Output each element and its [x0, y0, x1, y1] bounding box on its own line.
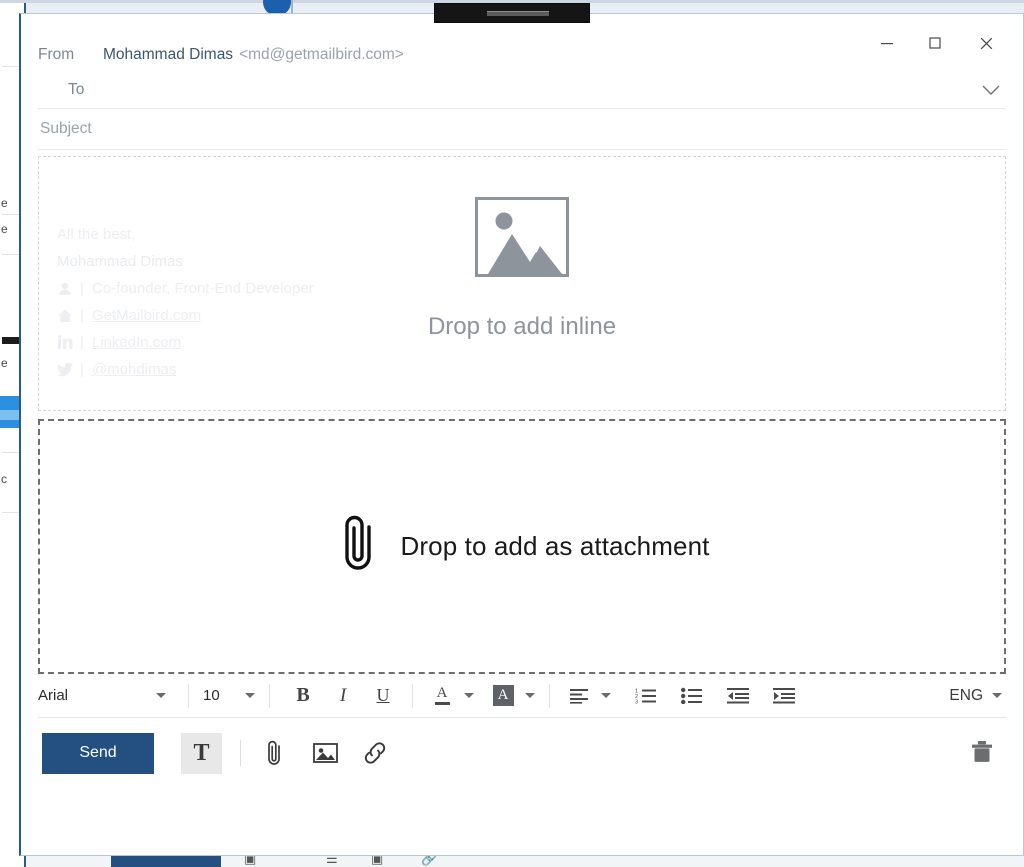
- text-color-button[interactable]: A: [427, 681, 457, 711]
- from-account-name[interactable]: Mohammad Dimas: [103, 46, 233, 64]
- twitter-icon: [57, 362, 75, 378]
- increase-indent-button[interactable]: [769, 681, 799, 711]
- maximize-icon: [927, 35, 943, 51]
- language-select[interactable]: ENG: [949, 687, 1002, 705]
- expand-recipients-button[interactable]: [979, 80, 1003, 105]
- attachment-drop-label: Drop to add as attachment: [401, 531, 710, 562]
- svg-text:3: 3: [635, 700, 638, 705]
- compose-window: From Mohammad Dimas <md@getmailbird.com>…: [19, 13, 1024, 856]
- bold-button[interactable]: B: [288, 681, 318, 711]
- minimize-button[interactable]: [864, 26, 910, 60]
- formatting-toolbar: Arial 10 B I U A A: [38, 674, 1006, 718]
- align-left-icon: [569, 688, 589, 704]
- inline-drop-label: Drop to add inline: [39, 313, 1005, 341]
- compose-action-bar: Send T: [21, 718, 1023, 788]
- from-label: From: [38, 46, 92, 64]
- toolbar-divider: [412, 684, 413, 708]
- screen: e e e c ▣ ☰ ▣ 🔗: [0, 0, 1024, 867]
- bullet-list-icon: [681, 687, 703, 704]
- chevron-down-icon[interactable]: [525, 693, 535, 698]
- link-icon: [362, 741, 388, 765]
- chevron-down-icon: [992, 693, 1002, 698]
- maximize-button[interactable]: [912, 26, 958, 60]
- signature-row: | @mohdimas: [57, 356, 314, 383]
- action-divider: [240, 740, 241, 766]
- numbered-list-button[interactable]: 1 2 3: [631, 681, 661, 711]
- paperclip-icon: [262, 739, 288, 767]
- font-family-value: Arial: [38, 687, 68, 704]
- insert-image-button[interactable]: [307, 735, 343, 771]
- italic-button[interactable]: I: [328, 681, 358, 711]
- background-window-seam: [291, 0, 293, 14]
- image-icon: [312, 741, 339, 765]
- underline-button[interactable]: U: [368, 681, 398, 711]
- image-icon: [475, 197, 569, 277]
- font-family-select[interactable]: Arial: [38, 681, 174, 711]
- chevron-down-icon[interactable]: [601, 693, 611, 698]
- subject-row[interactable]: Subject: [21, 109, 1023, 149]
- to-row[interactable]: To: [21, 72, 1023, 108]
- subject-divider: [38, 149, 1006, 150]
- toolbar-divider: [549, 684, 550, 708]
- subject-placeholder: Subject: [40, 120, 92, 138]
- toolbar-divider: [188, 684, 189, 708]
- decrease-indent-icon: [727, 687, 749, 704]
- align-button[interactable]: [564, 681, 594, 711]
- drag-ghost-chip: [434, 3, 590, 23]
- increase-indent-icon: [773, 687, 795, 704]
- discard-draft-button[interactable]: [965, 736, 999, 770]
- language-value: ENG: [949, 687, 983, 705]
- highlight-color-button[interactable]: A: [488, 681, 518, 711]
- to-label: To: [68, 81, 84, 99]
- chevron-down-icon: [979, 80, 1003, 100]
- trash-icon: [970, 740, 994, 766]
- attach-file-button[interactable]: [257, 735, 293, 771]
- paperclip-icon: [335, 513, 383, 580]
- inline-drop-prompt: Drop to add inline: [39, 197, 1005, 341]
- font-size-select[interactable]: 10: [203, 681, 255, 711]
- insert-link-button[interactable]: [357, 735, 393, 771]
- signature-twitter-link[interactable]: @mohdimas: [92, 356, 176, 383]
- text-color-letter: A: [437, 686, 448, 701]
- highlight-color-letter: A: [493, 685, 514, 706]
- send-button[interactable]: Send: [42, 733, 154, 774]
- attachment-drop-zone[interactable]: Drop to add as attachment: [38, 419, 1006, 674]
- font-size-value: 10: [203, 687, 220, 704]
- formatting-toggle-button[interactable]: T: [181, 733, 222, 774]
- from-account-address: <md@getmailbird.com>: [239, 46, 404, 64]
- minimize-icon: [879, 35, 895, 51]
- chevron-down-icon: [156, 693, 166, 698]
- drag-ghost-handle: [487, 11, 549, 16]
- decrease-indent-button[interactable]: [723, 681, 753, 711]
- toolbar-divider: [269, 684, 270, 708]
- bullet-list-button[interactable]: [677, 681, 707, 711]
- inline-drop-zone[interactable]: All the best, Mohammad Dimas | Co-founde…: [38, 156, 1006, 411]
- close-icon: [978, 35, 995, 52]
- chevron-down-icon[interactable]: [464, 693, 474, 698]
- close-button[interactable]: [963, 26, 1009, 60]
- numbered-list-icon: 1 2 3: [635, 687, 657, 704]
- signature-separator: |: [80, 356, 84, 383]
- chevron-down-icon: [245, 693, 255, 698]
- text-color-swatch: [435, 702, 450, 705]
